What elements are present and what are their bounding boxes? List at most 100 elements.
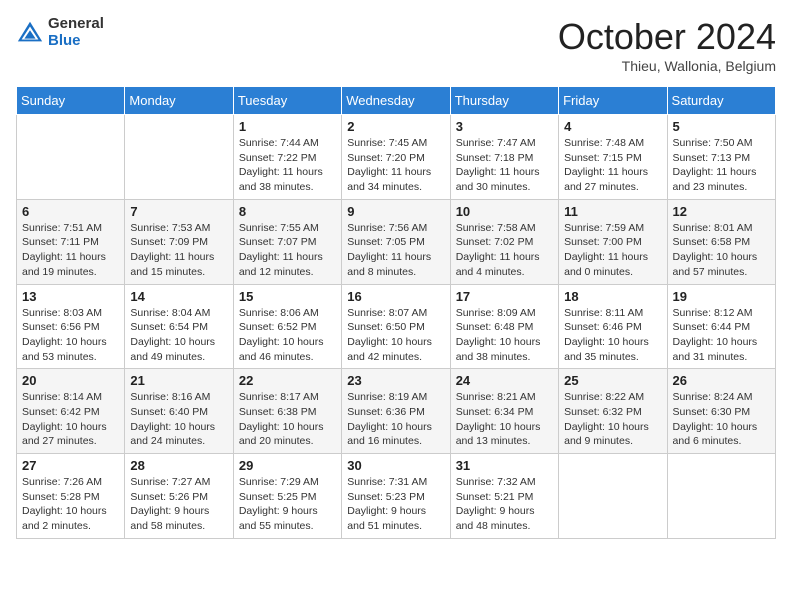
weekday-header-tuesday: Tuesday: [233, 87, 341, 115]
day-cell: 7 Sunrise: 7:53 AM Sunset: 7:09 PM Daylig…: [125, 199, 233, 284]
day-info: Sunrise: 7:31 AM Sunset: 5:23 PM Dayligh…: [347, 475, 444, 534]
day-info: Sunrise: 8:17 AM Sunset: 6:38 PM Dayligh…: [239, 390, 336, 449]
day-info: Sunrise: 7:50 AM Sunset: 7:13 PM Dayligh…: [673, 136, 770, 195]
day-info: Sunrise: 7:53 AM Sunset: 7:09 PM Dayligh…: [130, 221, 227, 280]
day-cell: 12 Sunrise: 8:01 AM Sunset: 6:58 PM Dayli…: [667, 199, 775, 284]
week-row-1: 1 Sunrise: 7:44 AM Sunset: 7:22 PM Daylig…: [17, 115, 776, 200]
week-row-5: 27 Sunrise: 7:26 AM Sunset: 5:28 PM Dayli…: [17, 454, 776, 539]
day-number: 30: [347, 458, 444, 473]
weekday-header-thursday: Thursday: [450, 87, 558, 115]
day-number: 2: [347, 119, 444, 134]
day-info: Sunrise: 8:01 AM Sunset: 6:58 PM Dayligh…: [673, 221, 770, 280]
day-info: Sunrise: 7:29 AM Sunset: 5:25 PM Dayligh…: [239, 475, 336, 534]
day-cell: 21 Sunrise: 8:16 AM Sunset: 6:40 PM Dayli…: [125, 369, 233, 454]
day-info: Sunrise: 7:58 AM Sunset: 7:02 PM Dayligh…: [456, 221, 553, 280]
day-cell: 17 Sunrise: 8:09 AM Sunset: 6:48 PM Dayli…: [450, 284, 558, 369]
logo-icon: [16, 19, 44, 47]
day-info: Sunrise: 8:16 AM Sunset: 6:40 PM Dayligh…: [130, 390, 227, 449]
day-cell: 3Sunrise: 7:47 AM Sunset: 7:18 PM Daylig…: [450, 115, 558, 200]
day-info: Sunrise: 7:56 AM Sunset: 7:05 PM Dayligh…: [347, 221, 444, 280]
day-info: Sunrise: 7:32 AM Sunset: 5:21 PM Dayligh…: [456, 475, 553, 534]
day-info: Sunrise: 7:47 AM Sunset: 7:18 PM Dayligh…: [456, 136, 553, 195]
day-info: Sunrise: 8:12 AM Sunset: 6:44 PM Dayligh…: [673, 306, 770, 365]
day-number: 1: [239, 119, 336, 134]
day-cell: 13 Sunrise: 8:03 AM Sunset: 6:56 PM Dayli…: [17, 284, 125, 369]
day-number: 4: [564, 119, 661, 134]
day-info: Sunrise: 8:19 AM Sunset: 6:36 PM Dayligh…: [347, 390, 444, 449]
day-number: 9: [347, 204, 444, 219]
day-cell: 11Sunrise: 7:59 AM Sunset: 7:00 PM Dayli…: [559, 199, 667, 284]
day-number: 19: [673, 289, 770, 304]
day-cell: 19 Sunrise: 8:12 AM Sunset: 6:44 PM Dayli…: [667, 284, 775, 369]
day-cell: 20 Sunrise: 8:14 AM Sunset: 6:42 PM Dayli…: [17, 369, 125, 454]
weekday-header-sunday: Sunday: [17, 87, 125, 115]
weekday-header-saturday: Saturday: [667, 87, 775, 115]
day-number: 28: [130, 458, 227, 473]
day-info: Sunrise: 8:03 AM Sunset: 6:56 PM Dayligh…: [22, 306, 119, 365]
month-title: October 2024: [558, 16, 776, 58]
day-number: 23: [347, 373, 444, 388]
day-cell: 1 Sunrise: 7:44 AM Sunset: 7:22 PM Daylig…: [233, 115, 341, 200]
day-info: Sunrise: 7:48 AM Sunset: 7:15 PM Dayligh…: [564, 136, 661, 195]
day-cell: 2Sunrise: 7:45 AM Sunset: 7:20 PM Daylig…: [342, 115, 450, 200]
day-info: Sunrise: 8:11 AM Sunset: 6:46 PM Dayligh…: [564, 306, 661, 365]
day-number: 22: [239, 373, 336, 388]
day-info: Sunrise: 8:22 AM Sunset: 6:32 PM Dayligh…: [564, 390, 661, 449]
day-number: 10: [456, 204, 553, 219]
location-text: Thieu, Wallonia, Belgium: [558, 58, 776, 74]
week-row-3: 13 Sunrise: 8:03 AM Sunset: 6:56 PM Dayli…: [17, 284, 776, 369]
day-info: Sunrise: 8:14 AM Sunset: 6:42 PM Dayligh…: [22, 390, 119, 449]
day-number: 18: [564, 289, 661, 304]
day-number: 8: [239, 204, 336, 219]
weekday-header-friday: Friday: [559, 87, 667, 115]
day-number: 6: [22, 204, 119, 219]
page-header: General Blue October 2024 Thieu, Walloni…: [16, 16, 776, 74]
day-cell: 8Sunrise: 7:55 AM Sunset: 7:07 PM Daylig…: [233, 199, 341, 284]
day-cell: 6 Sunrise: 7:51 AM Sunset: 7:11 PM Daylig…: [17, 199, 125, 284]
day-cell: [17, 115, 125, 200]
day-number: 7: [130, 204, 227, 219]
day-number: 21: [130, 373, 227, 388]
day-cell: 28 Sunrise: 7:27 AM Sunset: 5:26 PM Dayli…: [125, 454, 233, 539]
day-info: Sunrise: 8:09 AM Sunset: 6:48 PM Dayligh…: [456, 306, 553, 365]
day-cell: 25 Sunrise: 8:22 AM Sunset: 6:32 PM Dayli…: [559, 369, 667, 454]
day-info: Sunrise: 8:06 AM Sunset: 6:52 PM Dayligh…: [239, 306, 336, 365]
day-cell: 30 Sunrise: 7:31 AM Sunset: 5:23 PM Dayli…: [342, 454, 450, 539]
day-cell: 29Sunrise: 7:29 AM Sunset: 5:25 PM Dayli…: [233, 454, 341, 539]
day-cell: [125, 115, 233, 200]
day-cell: 14 Sunrise: 8:04 AM Sunset: 6:54 PM Dayli…: [125, 284, 233, 369]
day-cell: 18 Sunrise: 8:11 AM Sunset: 6:46 PM Dayli…: [559, 284, 667, 369]
day-cell: 31 Sunrise: 7:32 AM Sunset: 5:21 PM Dayli…: [450, 454, 558, 539]
day-info: Sunrise: 7:44 AM Sunset: 7:22 PM Dayligh…: [239, 136, 336, 195]
day-number: 12: [673, 204, 770, 219]
day-cell: 10 Sunrise: 7:58 AM Sunset: 7:02 PM Dayli…: [450, 199, 558, 284]
day-cell: 15Sunrise: 8:06 AM Sunset: 6:52 PM Dayli…: [233, 284, 341, 369]
day-number: 17: [456, 289, 553, 304]
day-info: Sunrise: 8:07 AM Sunset: 6:50 PM Dayligh…: [347, 306, 444, 365]
day-cell: 27 Sunrise: 7:26 AM Sunset: 5:28 PM Dayli…: [17, 454, 125, 539]
day-info: Sunrise: 7:51 AM Sunset: 7:11 PM Dayligh…: [22, 221, 119, 280]
day-cell: 24Sunrise: 8:21 AM Sunset: 6:34 PM Dayli…: [450, 369, 558, 454]
day-cell: 26Sunrise: 8:24 AM Sunset: 6:30 PM Dayli…: [667, 369, 775, 454]
week-row-4: 20 Sunrise: 8:14 AM Sunset: 6:42 PM Dayli…: [17, 369, 776, 454]
day-cell: [559, 454, 667, 539]
day-number: 27: [22, 458, 119, 473]
day-number: 20: [22, 373, 119, 388]
day-info: Sunrise: 8:21 AM Sunset: 6:34 PM Dayligh…: [456, 390, 553, 449]
day-number: 13: [22, 289, 119, 304]
day-info: Sunrise: 7:27 AM Sunset: 5:26 PM Dayligh…: [130, 475, 227, 534]
day-cell: 9 Sunrise: 7:56 AM Sunset: 7:05 PM Daylig…: [342, 199, 450, 284]
logo: General Blue: [16, 16, 104, 49]
day-info: Sunrise: 7:26 AM Sunset: 5:28 PM Dayligh…: [22, 475, 119, 534]
weekday-header-row: SundayMondayTuesdayWednesdayThursdayFrid…: [17, 87, 776, 115]
day-number: 14: [130, 289, 227, 304]
weekday-header-monday: Monday: [125, 87, 233, 115]
week-row-2: 6 Sunrise: 7:51 AM Sunset: 7:11 PM Daylig…: [17, 199, 776, 284]
day-number: 25: [564, 373, 661, 388]
weekday-header-wednesday: Wednesday: [342, 87, 450, 115]
day-info: Sunrise: 8:04 AM Sunset: 6:54 PM Dayligh…: [130, 306, 227, 365]
day-number: 16: [347, 289, 444, 304]
day-info: Sunrise: 8:24 AM Sunset: 6:30 PM Dayligh…: [673, 390, 770, 449]
day-number: 5: [673, 119, 770, 134]
day-number: 31: [456, 458, 553, 473]
